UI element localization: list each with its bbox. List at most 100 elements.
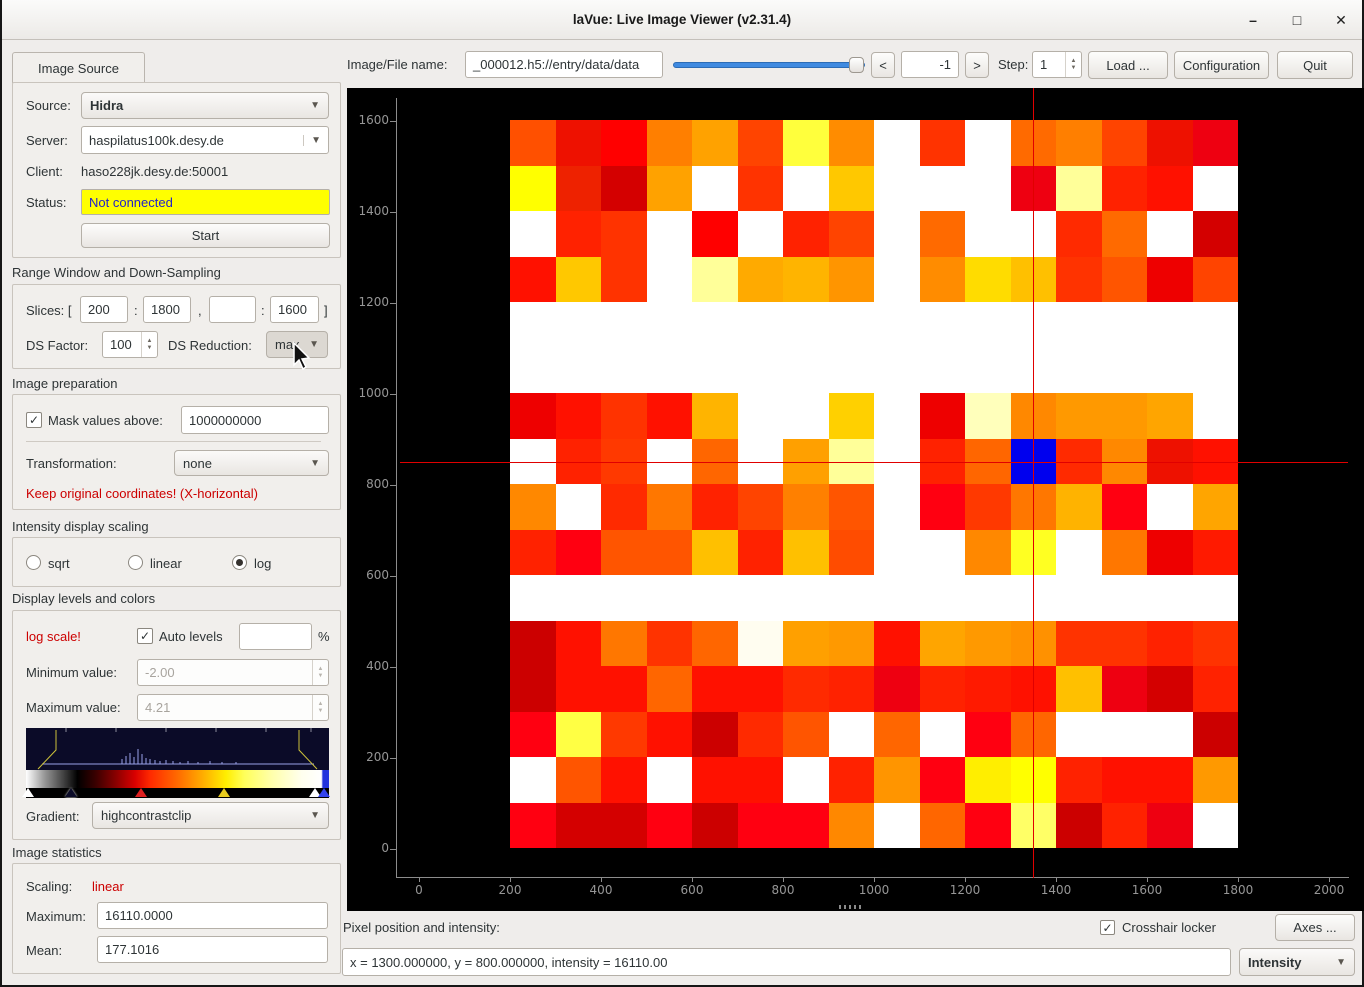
heatmap-cell[interactable] — [556, 803, 602, 849]
splitter-handle[interactable] — [839, 905, 864, 909]
heatmap-cell[interactable] — [829, 666, 875, 712]
gradient-marker-icon[interactable] — [218, 788, 230, 797]
heatmap-cell[interactable] — [647, 257, 693, 303]
heatmap-cell[interactable] — [692, 120, 738, 166]
heatmap-cell[interactable] — [738, 120, 784, 166]
heatmap-cell[interactable] — [1193, 621, 1239, 667]
heatmap-cell[interactable] — [738, 757, 784, 803]
heatmap-cell[interactable] — [783, 666, 829, 712]
heatmap-cell[interactable] — [874, 120, 920, 166]
heatmap-cell[interactable] — [692, 666, 738, 712]
heatmap-cell[interactable] — [1056, 530, 1102, 576]
heatmap-cell[interactable] — [965, 666, 1011, 712]
heatmap-cell[interactable] — [692, 257, 738, 303]
heatmap-cell[interactable] — [1193, 803, 1239, 849]
maximize-icon[interactable]: □ — [1288, 11, 1306, 29]
heatmap-cell[interactable] — [874, 257, 920, 303]
heatmap-cell[interactable] — [1147, 803, 1193, 849]
heatmap-cell[interactable] — [1193, 120, 1239, 166]
heatmap-cell[interactable] — [920, 757, 966, 803]
heatmap-cell[interactable] — [920, 666, 966, 712]
heatmap-cell[interactable] — [1147, 757, 1193, 803]
heatmap-cell[interactable] — [965, 484, 1011, 530]
heatmap-cell[interactable] — [1056, 757, 1102, 803]
heatmap-cell[interactable] — [829, 621, 875, 667]
heatmap-cell[interactable] — [692, 530, 738, 576]
heatmap-cell[interactable] — [556, 348, 602, 394]
slices-x-to-input[interactable]: 1800 — [143, 296, 191, 323]
slices-y-from-input[interactable] — [209, 296, 256, 323]
auto-levels-percent-input[interactable] — [239, 623, 312, 650]
heatmap-cell[interactable] — [556, 484, 602, 530]
heatmap-cell[interactable] — [1056, 257, 1102, 303]
heatmap-cell[interactable] — [510, 530, 556, 576]
heatmap-cell[interactable] — [556, 757, 602, 803]
heatmap-cell[interactable] — [601, 393, 647, 439]
heatmap-cell[interactable] — [1102, 120, 1148, 166]
heatmap-cell[interactable] — [692, 803, 738, 849]
close-icon[interactable]: ✕ — [1332, 11, 1350, 29]
heatmap-cell[interactable] — [1147, 257, 1193, 303]
heatmap-cell[interactable] — [510, 621, 556, 667]
heatmap-cell[interactable] — [738, 666, 784, 712]
heatmap-cell[interactable] — [1193, 439, 1239, 485]
heatmap-cell[interactable] — [556, 120, 602, 166]
heatmap-cell[interactable] — [1193, 575, 1239, 621]
heatmap-cell[interactable] — [829, 803, 875, 849]
heatmap-cell[interactable] — [647, 211, 693, 257]
heatmap-cell[interactable] — [1102, 803, 1148, 849]
heatmap-cell[interactable] — [647, 393, 693, 439]
heatmap-cell[interactable] — [829, 575, 875, 621]
heatmap-cell[interactable] — [601, 211, 647, 257]
heatmap-cell[interactable] — [783, 439, 829, 485]
chevron-down-icon[interactable]: ▼ — [303, 135, 321, 146]
load-button[interactable]: Load ... — [1088, 51, 1168, 79]
heatmap-cell[interactable] — [738, 393, 784, 439]
heatmap-cell[interactable] — [965, 439, 1011, 485]
heatmap-cell[interactable] — [1193, 712, 1239, 758]
heatmap-cell[interactable] — [601, 712, 647, 758]
axes-button[interactable]: Axes ... — [1275, 914, 1355, 941]
heatmap-cell[interactable] — [1147, 575, 1193, 621]
heatmap-cell[interactable] — [1193, 530, 1239, 576]
heatmap-cell[interactable] — [692, 393, 738, 439]
colormap-gradient-bar[interactable] — [26, 770, 329, 788]
heatmap-cell[interactable] — [510, 348, 556, 394]
heatmap-cell[interactable] — [510, 120, 556, 166]
heatmap-cell[interactable] — [783, 757, 829, 803]
heatmap-cell[interactable] — [1102, 484, 1148, 530]
heatmap-cell[interactable] — [965, 530, 1011, 576]
radio-log[interactable] — [232, 555, 247, 570]
heatmap-cell[interactable] — [1193, 393, 1239, 439]
heatmap-cell[interactable] — [738, 302, 784, 348]
heatmap-cell[interactable] — [1147, 712, 1193, 758]
heatmap-cell[interactable] — [1147, 530, 1193, 576]
heatmap-cell[interactable] — [1147, 166, 1193, 212]
heatmap-cell[interactable] — [783, 257, 829, 303]
heatmap-cell[interactable] — [920, 257, 966, 303]
minimum-value-spinbox[interactable]: -2.00 — [137, 659, 329, 686]
heatmap-cell[interactable] — [738, 348, 784, 394]
heatmap-cell[interactable] — [783, 484, 829, 530]
radio-linear[interactable] — [128, 555, 143, 570]
heatmap-cell[interactable] — [1102, 712, 1148, 758]
heatmap-cell[interactable] — [556, 439, 602, 485]
heatmap-cell[interactable] — [783, 211, 829, 257]
heatmap-cell[interactable] — [965, 211, 1011, 257]
heatmap-cell[interactable] — [1056, 803, 1102, 849]
server-combobox[interactable]: haspilatus100k.desy.de ▼ — [81, 126, 329, 154]
heatmap-cell[interactable] — [1102, 530, 1148, 576]
heatmap-cell[interactable] — [1147, 120, 1193, 166]
heatmap-cell[interactable] — [829, 166, 875, 212]
heatmap-cell[interactable] — [1102, 666, 1148, 712]
heatmap-cell[interactable] — [647, 120, 693, 166]
heatmap-cell[interactable] — [920, 348, 966, 394]
heatmap-cell[interactable] — [783, 120, 829, 166]
heatmap-cell[interactable] — [556, 666, 602, 712]
heatmap-cell[interactable] — [920, 530, 966, 576]
heatmap-cell[interactable] — [1193, 302, 1239, 348]
heatmap-cell[interactable] — [601, 166, 647, 212]
heatmap-cell[interactable] — [510, 666, 556, 712]
slices-x-from-input[interactable]: 200 — [80, 296, 128, 323]
radio-sqrt[interactable] — [26, 555, 41, 570]
